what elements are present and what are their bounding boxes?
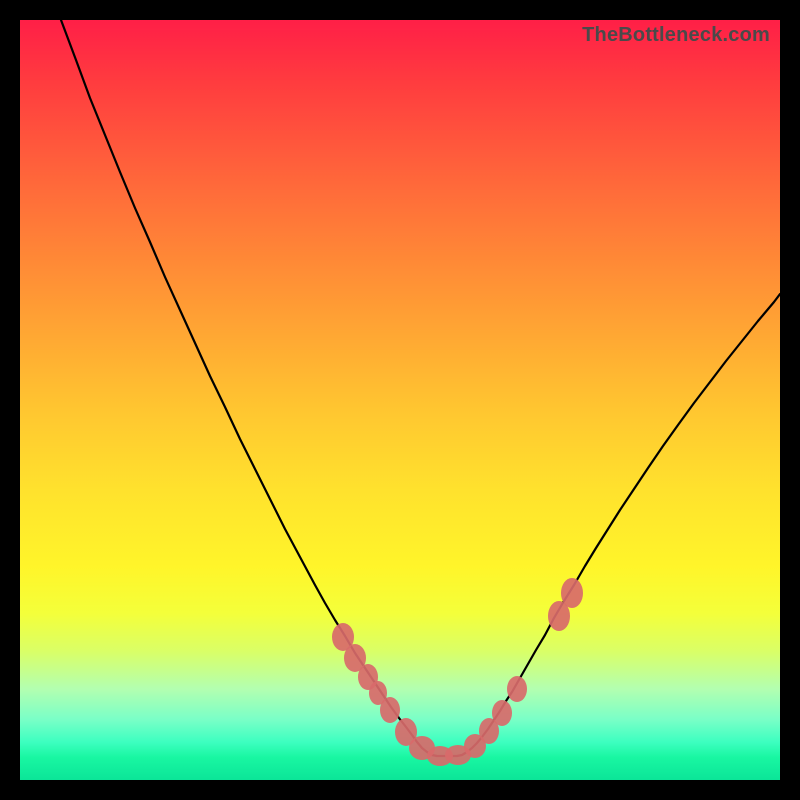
bottleneck-curve: [61, 20, 780, 756]
curve-marker: [380, 697, 400, 723]
curve-marker: [507, 676, 527, 702]
curve-markers: [332, 578, 583, 766]
plot-area: TheBottleneck.com: [20, 20, 780, 780]
curve-marker: [561, 578, 583, 608]
chart-frame: TheBottleneck.com: [0, 0, 800, 800]
curve-marker: [492, 700, 512, 726]
chart-svg: [20, 20, 780, 780]
